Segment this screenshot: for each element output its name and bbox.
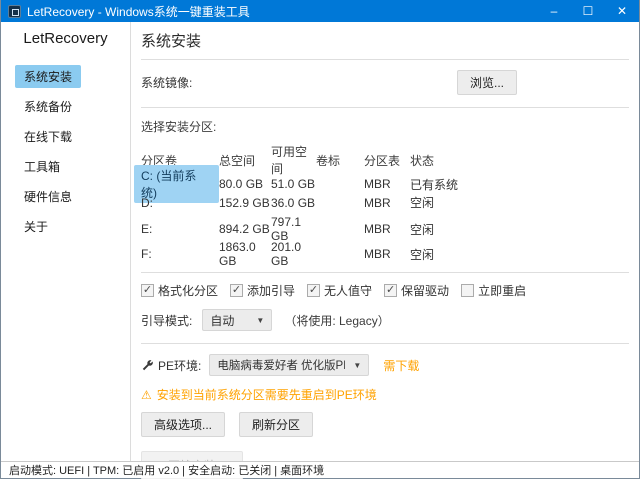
checkbox-icon: ✓ xyxy=(230,284,243,297)
col-total: 总空间 xyxy=(219,152,271,169)
app-brand: LetRecovery xyxy=(1,30,130,47)
pe-env-dropdown[interactable]: 电脑病毒爱好者 优化版PE[推荐] ▼ xyxy=(209,354,369,376)
advanced-options-button[interactable]: 高级选项... xyxy=(141,412,225,437)
boot-mode-dropdown[interactable]: 自动 ▼ xyxy=(202,309,272,331)
partition-table-header: 分区卷 总空间 可用空间 卷标 分区表 状态 xyxy=(141,143,629,163)
checkbox-keep-drivers[interactable]: ✓ 保留驱动 xyxy=(384,282,449,299)
app-window: LetRecovery - Windows系统一键重装工具 – ☐ ✕ LetR… xyxy=(0,0,640,479)
checkbox-icon: ✓ xyxy=(461,284,474,297)
col-ptable: 分区表 xyxy=(364,152,410,169)
maximize-button[interactable]: ☐ xyxy=(571,0,605,22)
download-required-hint: 需下载 xyxy=(383,357,419,374)
pe-env-label: PE环境: xyxy=(158,357,201,374)
refresh-partitions-button[interactable]: 刷新分区 xyxy=(239,412,313,437)
checkbox-icon: ✓ xyxy=(384,284,397,297)
wrench-icon xyxy=(141,359,154,372)
warning-icon: ⚠ xyxy=(141,388,152,402)
boot-mode-label: 引导模式: xyxy=(141,312,192,329)
chevron-down-icon: ▼ xyxy=(353,361,361,370)
volume-cell[interactable]: F: xyxy=(134,245,159,263)
divider xyxy=(141,59,629,60)
install-options: ✓ 格式化分区 ✓ 添加引导 ✓ 无人值守 ✓ 保留驱动 ✓ 立即重启 xyxy=(141,282,629,299)
sidebar-item-about[interactable]: 关于 xyxy=(15,215,57,238)
sidebar-item-system-install[interactable]: 系统安装 xyxy=(15,65,81,88)
sidebar-item-hardware-info[interactable]: 硬件信息 xyxy=(15,185,81,208)
table-row-f[interactable]: F: 1863.0 GB 201.0 GB MBR 空闲 xyxy=(141,240,629,265)
checkbox-restart-now[interactable]: ✓ 立即重启 xyxy=(461,282,526,299)
minimize-button[interactable]: – xyxy=(537,0,571,22)
boot-mode-hint: （将使用: Legacy） xyxy=(284,312,389,329)
status-bar: 启动模式: UEFI | TPM: 已启用 v2.0 | 安全启动: 已关闭 |… xyxy=(1,461,639,478)
page-title: 系统安装 xyxy=(141,28,629,59)
chevron-down-icon: ▼ xyxy=(256,316,264,325)
checkbox-add-boot[interactable]: ✓ 添加引导 xyxy=(230,282,295,299)
partition-section-label: 选择安装分区: xyxy=(141,118,629,135)
sidebar-item-toolbox[interactable]: 工具箱 xyxy=(15,155,69,178)
table-row-e[interactable]: E: 894.2 GB 797.1 GB MBR 空闲 xyxy=(141,215,629,240)
checkbox-icon: ✓ xyxy=(141,284,154,297)
divider xyxy=(141,272,629,273)
app-icon xyxy=(8,5,21,18)
close-button[interactable]: ✕ xyxy=(605,0,639,22)
divider xyxy=(141,343,629,344)
checkbox-unattended[interactable]: ✓ 无人值守 xyxy=(307,282,372,299)
divider xyxy=(141,107,629,108)
system-image-label: 系统镜像: xyxy=(141,74,192,91)
col-label: 卷标 xyxy=(316,152,364,169)
col-status: 状态 xyxy=(410,152,629,169)
volume-cell[interactable]: D: xyxy=(134,194,160,212)
sidebar-item-online-download[interactable]: 在线下载 xyxy=(15,125,81,148)
checkbox-format-partition[interactable]: ✓ 格式化分区 xyxy=(141,282,218,299)
partition-table: 分区卷 总空间 可用空间 卷标 分区表 状态 C: (当前系统) 80.0 GB… xyxy=(141,143,629,265)
checkbox-icon: ✓ xyxy=(307,284,320,297)
volume-cell[interactable]: E: xyxy=(134,220,159,238)
browse-button[interactable]: 浏览... xyxy=(457,70,517,95)
pe-warning: ⚠ 安装到当前系统分区需要先重启到PE环境 xyxy=(141,386,629,403)
sidebar-item-system-backup[interactable]: 系统备份 xyxy=(15,95,81,118)
main-panel: 系统安装 系统镜像: 浏览... 选择安装分区: 分区卷 总空间 可用空间 卷标… xyxy=(131,22,639,461)
table-row-c[interactable]: C: (当前系统) 80.0 GB 51.0 GB MBR 已有系统 xyxy=(141,165,629,190)
status-text: 启动模式: UEFI | TPM: 已启用 v2.0 | 安全启动: 已关闭 |… xyxy=(9,462,324,478)
window-title: LetRecovery - Windows系统一键重装工具 xyxy=(27,3,537,20)
sidebar: LetRecovery 系统安装 系统备份 在线下载 工具箱 硬件信息 关于 xyxy=(1,22,131,461)
col-free: 可用空间 xyxy=(271,143,316,177)
titlebar: LetRecovery - Windows系统一键重装工具 – ☐ ✕ xyxy=(1,0,639,22)
